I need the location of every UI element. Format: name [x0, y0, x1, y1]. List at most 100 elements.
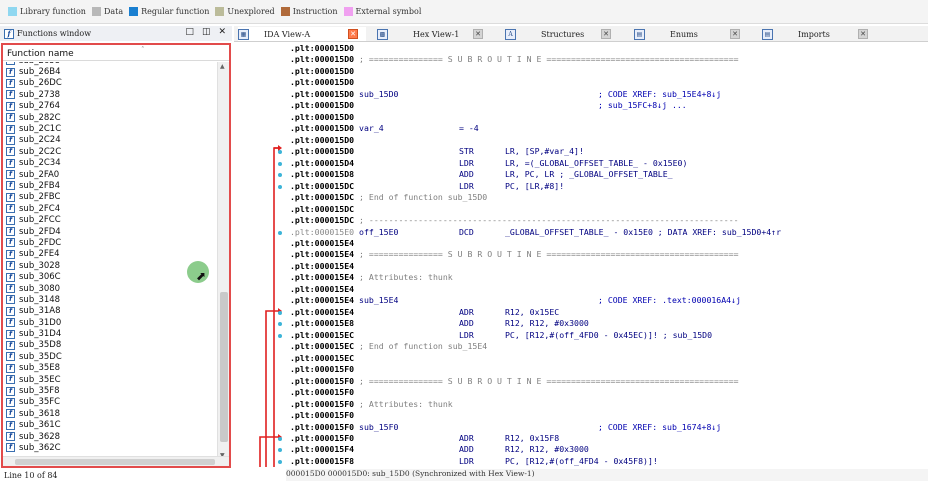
- function-list-item[interactable]: f sub_2FD4: [3, 226, 217, 237]
- line-operands[interactable]: R12, R12, #0x3000: [505, 318, 589, 330]
- function-list-item[interactable]: f sub_2FDC: [3, 237, 217, 248]
- disasm-line[interactable]: .plt:000015E4: [290, 261, 928, 273]
- disasm-line[interactable]: .plt:000015DC ; End of function sub_15D0: [290, 192, 928, 204]
- disasm-line[interactable]: .plt:000015F0: [290, 410, 928, 422]
- function-list-item[interactable]: f sub_3080: [3, 283, 217, 294]
- disasm-line[interactable]: .plt:000015E4 ; Attributes: thunk: [290, 272, 928, 284]
- line-operands[interactable]: LR, [SP,#var_4]!: [505, 146, 584, 158]
- restore-icon[interactable]: □: [185, 27, 194, 37]
- disasm-line[interactable]: .plt:000015F4 ADD R12, R12, #0x3000: [290, 444, 928, 456]
- tab-close-icon[interactable]: ✕: [473, 29, 483, 39]
- vertical-scrollbar[interactable]: ▲ ▼: [217, 62, 229, 460]
- function-list-item[interactable]: f sub_2FBC: [3, 192, 217, 203]
- breakpoint-dot-icon[interactable]: [278, 333, 282, 338]
- line-operands[interactable]: PC, [R12,#(off_4FD4 - 0x45F8)]!: [505, 456, 658, 467]
- function-list-item[interactable]: f sub_2FA0: [3, 169, 217, 180]
- tab-close-icon[interactable]: ✕: [348, 29, 358, 39]
- disasm-line[interactable]: .plt:000015D0: [290, 43, 928, 55]
- breakpoint-dot-icon[interactable]: [278, 161, 282, 166]
- function-list-item[interactable]: f sub_3148: [3, 294, 217, 305]
- line-operands[interactable]: LR, PC, LR ; _GLOBAL_OFFSET_TABLE_: [505, 169, 673, 181]
- disasm-line[interactable]: .plt:000015F0 sub_15F0 ; CODE XREF: sub_1…: [290, 422, 928, 434]
- tab-close-icon[interactable]: ✕: [730, 29, 740, 39]
- line-label[interactable]: off_15E0: [359, 227, 398, 237]
- disasm-line[interactable]: .plt:000015D4 LDR LR, =(_GLOBAL_OFFSET_TAB…: [290, 158, 928, 170]
- line-operands[interactable]: LR, =(_GLOBAL_OFFSET_TABLE_ - 0x15E0): [505, 158, 687, 170]
- line-operands[interactable]: PC, [R12,#(off_4FD0 - 0x45EC)]! ; sub_15…: [505, 330, 712, 342]
- function-list-item[interactable]: f sub_35FC: [3, 397, 217, 408]
- float-icon[interactable]: ◫: [202, 27, 211, 37]
- function-list-item[interactable]: f sub_2C2C: [3, 146, 217, 157]
- disasm-line[interactable]: .plt:000015EC LDR PC, [R12,#(off_4FD0 - 0x…: [290, 330, 928, 342]
- breakpoint-dot-icon[interactable]: [278, 459, 282, 464]
- column-header-function-name[interactable]: Function name ˆ: [3, 45, 229, 61]
- disasm-line[interactable]: .plt:000015E4 ADR R12, 0x15EC: [290, 307, 928, 319]
- function-list-item[interactable]: f sub_2FB4: [3, 180, 217, 191]
- tab-ida-view-a[interactable]: ▦ IDA View-A ✕: [238, 27, 366, 41]
- xref-comment[interactable]: ; CODE XREF: sub_15E4+8↓j: [598, 89, 721, 101]
- functions-window-titlebar[interactable]: f Functions window □ ◫ ✕: [0, 26, 232, 41]
- tab-structures[interactable]: A Structures ✕: [505, 27, 627, 41]
- function-list-item[interactable]: f sub_2C34: [3, 158, 217, 169]
- disasm-line[interactable]: .plt:000015EC: [290, 353, 928, 365]
- function-list-item[interactable]: f sub_3628: [3, 431, 217, 442]
- line-label[interactable]: sub_15D0: [359, 89, 398, 99]
- breakpoint-dot-icon[interactable]: [278, 184, 282, 189]
- function-list-item[interactable]: f sub_26DC: [3, 78, 217, 89]
- function-list-item[interactable]: f sub_362C: [3, 442, 217, 453]
- disasm-line[interactable]: .plt:000015D0 var_4 = -4: [290, 123, 928, 135]
- horizontal-scrollbar[interactable]: [3, 456, 229, 466]
- close-icon[interactable]: ✕: [218, 27, 226, 37]
- disasm-line[interactable]: .plt:000015D0: [290, 112, 928, 124]
- disasm-line[interactable]: .plt:000015E4 ; =============== S U B R …: [290, 249, 928, 261]
- disasm-line[interactable]: .plt:000015D8 ADD LR, PC, LR ; _GLOBAL_OFF…: [290, 169, 928, 181]
- tab-imports[interactable]: ▤ Imports ✕: [762, 27, 884, 41]
- disasm-line[interactable]: .plt:000015DC LDR PC, [LR,#8]!: [290, 181, 928, 193]
- disasm-line[interactable]: .plt:000015F8 LDR PC, [R12,#(off_4FD4 - 0x…: [290, 456, 928, 467]
- disasm-line[interactable]: .plt:000015E0 off_15E0 DCD _GLOBAL_OFFSET_…: [290, 227, 928, 239]
- disasm-line[interactable]: .plt:000015F0: [290, 387, 928, 399]
- line-operands[interactable]: R12, R12, #0x3000: [505, 444, 589, 456]
- function-list-item[interactable]: f sub_2738: [3, 89, 217, 100]
- tab-hex-view-1[interactable]: ▩ Hex View-1 ✕: [377, 27, 499, 41]
- disasm-line[interactable]: .plt:000015D0 ; sub_15FC+8↓j ...: [290, 100, 928, 112]
- function-list-item[interactable]: f sub_26B4: [3, 66, 217, 77]
- breakpoint-dot-icon[interactable]: [278, 310, 282, 315]
- disasm-line[interactable]: .plt:000015D0: [290, 135, 928, 147]
- vertical-scroll-thumb[interactable]: [220, 292, 228, 442]
- function-list-item[interactable]: f sub_31D0: [3, 317, 217, 328]
- function-list-item[interactable]: f sub_31D4: [3, 328, 217, 339]
- line-operands[interactable]: PC, [LR,#8]!: [505, 181, 564, 193]
- scroll-up-icon[interactable]: ▲: [220, 63, 225, 70]
- horizontal-scroll-thumb[interactable]: [15, 459, 215, 465]
- disasm-line[interactable]: .plt:000015E8 ADD R12, R12, #0x3000: [290, 318, 928, 330]
- function-list-item[interactable]: f sub_35F8: [3, 385, 217, 396]
- disasm-line[interactable]: .plt:000015E4: [290, 284, 928, 296]
- function-list-item[interactable]: f sub_2764: [3, 101, 217, 112]
- disasm-line[interactable]: .plt:000015F0 ; Attributes: thunk: [290, 399, 928, 411]
- function-list-item[interactable]: f sub_2C24: [3, 135, 217, 146]
- tab-close-icon[interactable]: ✕: [601, 29, 611, 39]
- function-list-item[interactable]: f sub_35DC: [3, 351, 217, 362]
- xref-comment[interactable]: ; sub_15FC+8↓j ...: [598, 100, 687, 112]
- line-operands[interactable]: R12, 0x15F8: [505, 433, 559, 445]
- xref-comment[interactable]: ; CODE XREF: sub_1674+8↓j: [598, 422, 721, 434]
- disasm-line[interactable]: .plt:000015E4: [290, 238, 928, 250]
- tab-close-icon[interactable]: ✕: [858, 29, 868, 39]
- disasm-line[interactable]: .plt:000015EC ; End of function sub_15E4: [290, 341, 928, 353]
- disasm-line[interactable]: .plt:000015DC: [290, 204, 928, 216]
- function-list-item[interactable]: f sub_282C: [3, 112, 217, 123]
- breakpoint-dot-icon[interactable]: [278, 436, 282, 441]
- line-label[interactable]: sub_15E4: [359, 295, 398, 305]
- function-list-item[interactable]: f sub_35EC: [3, 374, 217, 385]
- disasm-line[interactable]: .plt:000015F0: [290, 364, 928, 376]
- breakpoint-dot-icon[interactable]: [278, 230, 282, 235]
- function-list-item[interactable]: f sub_2C1C: [3, 123, 217, 134]
- function-list-item[interactable]: f sub_361C: [3, 420, 217, 431]
- ida-view-disassembly[interactable]: .plt:000015D0 .plt:000015D0 ; ===========…: [234, 43, 928, 467]
- disasm-line[interactable]: .plt:000015DC ; ------------------------…: [290, 215, 928, 227]
- disasm-line[interactable]: .plt:000015D0 ; =============== S U B R …: [290, 54, 928, 66]
- line-operands[interactable]: R12, 0x15EC: [505, 307, 559, 319]
- function-list-item[interactable]: f sub_2FC4: [3, 203, 217, 214]
- disasm-line[interactable]: .plt:000015D0: [290, 66, 928, 78]
